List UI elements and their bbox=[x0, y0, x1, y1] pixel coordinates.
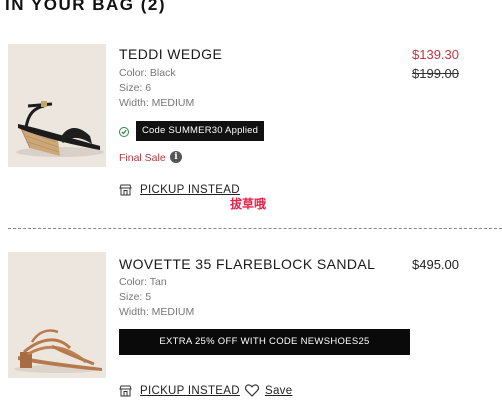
pickup-instead-link[interactable]: PICKUP INSTEAD bbox=[140, 385, 240, 397]
pickup-instead-link[interactable]: PICKUP INSTEAD bbox=[140, 184, 240, 196]
info-icon[interactable]: i bbox=[170, 151, 182, 163]
product-name[interactable]: TEDDI WEDGE bbox=[119, 46, 222, 62]
product-image-wovette-sandal[interactable] bbox=[8, 252, 106, 378]
product-size: Size: 5 bbox=[119, 291, 152, 303]
product-name[interactable]: WOVETTE 35 FLAREBLOCK SANDAL bbox=[119, 256, 375, 272]
product-color: Color: Tan bbox=[119, 276, 167, 288]
original-price: $199.00 bbox=[412, 66, 459, 81]
promo-code-applied-badge: Code SUMMER30 Applied bbox=[136, 121, 265, 141]
product-size: Size: 6 bbox=[119, 82, 152, 94]
annotation-overlay: 拔草哦 bbox=[230, 197, 267, 211]
store-icon bbox=[119, 184, 132, 196]
heart-icon[interactable] bbox=[245, 384, 259, 397]
sale-price: $139.30 bbox=[412, 47, 459, 62]
product-width: Width: MEDIUM bbox=[119, 97, 195, 109]
save-link[interactable]: Save bbox=[265, 385, 292, 397]
store-icon bbox=[119, 385, 132, 397]
product-image-teddi-wedge[interactable] bbox=[8, 44, 106, 167]
final-sale-label: Final Sale bbox=[119, 152, 166, 164]
check-circle-icon bbox=[119, 127, 129, 137]
product-color: Color: Black bbox=[119, 67, 176, 79]
item-divider bbox=[8, 228, 502, 229]
promo-banner: EXTRA 25% OFF WITH CODE NEWSHOES25 bbox=[119, 329, 410, 355]
product-width: Width: MEDIUM bbox=[119, 306, 195, 318]
bag-title: IN YOUR BAG (2) bbox=[5, 0, 167, 14]
price: $495.00 bbox=[412, 257, 459, 272]
